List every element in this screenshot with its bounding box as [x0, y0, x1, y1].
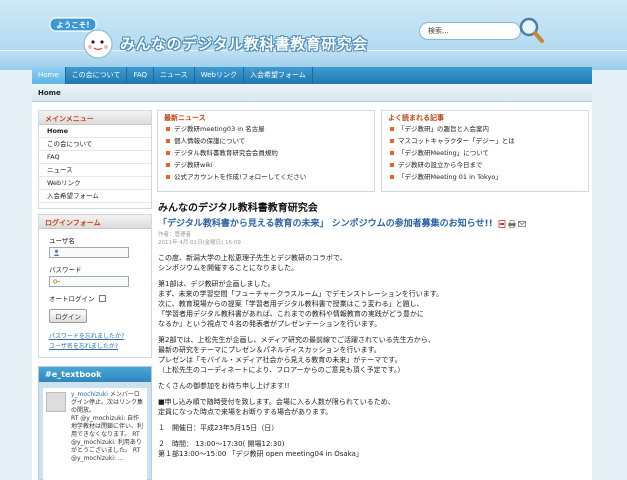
news-item[interactable]: 個人情報の保護について — [158, 135, 374, 147]
news-item-label: デジタル教科書教育研究会会員規約 — [174, 149, 278, 157]
autologin-row: オートログイン — [49, 293, 151, 303]
article-title-link[interactable]: 「デジタル教科書から見える教育の未来」 シンポジウムの参加者募集のお知らせ!! — [158, 219, 493, 229]
username-field[interactable] — [49, 247, 129, 258]
news-item[interactable]: デジ教研meeting03 in 名古屋 — [158, 123, 374, 135]
nav-join-form[interactable]: 入会希望フォーム — [244, 67, 313, 84]
twitter-widget: #e_textbook y_mochizuki メンバーログイン停止。次はリンク… — [38, 366, 152, 480]
popular-item[interactable]: マスコットキャラクター「デジー」とは — [382, 135, 588, 147]
nav-weblinks[interactable]: Webリンク — [195, 67, 244, 84]
autologin-label: オートログイン — [49, 295, 95, 303]
nav-news[interactable]: ニュース — [154, 67, 195, 84]
login-panel: ログインフォーム ユーザ名 パスワード オートログイン ログイン パスワードを忘… — [38, 214, 152, 358]
autologin-checkbox[interactable] — [98, 294, 106, 302]
article-date: 2011年 4月 01日(金曜日) 16:09 — [158, 240, 241, 246]
popular-item-label: マスコットキャラクター「デジー」とは — [398, 137, 515, 145]
user-icon — [53, 249, 60, 256]
article-paragraph: この度、新潟大学の上松恵理子先生とデジ教研のコラボで、 シンポジウムを開催するこ… — [158, 254, 347, 272]
news-item-label: 公式アカウントを作成!フォローしてください — [174, 173, 307, 181]
news-item[interactable]: デジ教研wiki — [158, 159, 374, 171]
main-navbar: Home この会について FAQ ニュース Webリンク 入会希望フォーム — [32, 67, 592, 84]
bullet-icon — [166, 175, 170, 179]
article-paragraph: たくさんの御参加をお待ち申し上げます!! — [158, 382, 290, 390]
password-label: パスワード — [49, 266, 82, 274]
menu-item-home[interactable]: Home — [39, 125, 151, 138]
main-menu-title: メインメニュー — [39, 111, 151, 125]
menu-item-news[interactable]: ニュース — [39, 164, 151, 177]
bullet-icon — [390, 127, 394, 131]
tweet: y_mochizuki メンバーログイン停止。次はリンク集の開放。 RT @y_… — [43, 388, 147, 480]
latest-news-panel: 最新ニュース デジ教研meeting03 in 名古屋 個人情報の保護について … — [157, 110, 375, 192]
article-section-heading: みんなのデジタル教科書教育研究会 — [158, 203, 318, 214]
article-author: 作者：管理者 — [158, 232, 192, 238]
popular-item[interactable]: 「デジ教研Meeting 01 in Tokyo」 — [382, 171, 588, 183]
print-icon[interactable] — [508, 219, 516, 228]
popular-item-label: 「デジ教研Meeting 01 in Tokyo」 — [398, 173, 502, 181]
article-paragraph: 第1部は、デジ教研が企画しました。 まず、未来の学習空間「フューチャークラスルー… — [158, 280, 444, 328]
site-title[interactable]: みんなのデジタル教科書教育研究会 — [120, 33, 368, 54]
password-field[interactable] — [49, 276, 129, 287]
news-item[interactable]: デジタル教科書教育研究会会員規約 — [158, 147, 374, 159]
forgot-password-link[interactable]: パスワードを忘れましたか? — [49, 331, 151, 340]
nav-home[interactable]: Home — [32, 67, 66, 84]
mascot-logo[interactable]: ようこそ! — [48, 14, 118, 62]
tweet-retweet-text: RT @y_mochizuki: 自作地学教材は閉鎖に伴い、利用できなくなります… — [71, 415, 144, 462]
menu-item-about[interactable]: この会について — [39, 138, 151, 151]
menu-item-weblinks[interactable]: Webリンク — [39, 177, 151, 190]
login-title: ログインフォーム — [39, 215, 151, 229]
bullet-icon — [166, 151, 170, 155]
article: みんなのデジタル教科書教育研究会 「デジタル教科書から見える教育の未来」 シンポ… — [158, 199, 588, 459]
nav-faq[interactable]: FAQ — [127, 67, 155, 84]
popular-articles-title: よく読まれる記事 — [388, 114, 444, 122]
login-button[interactable]: ログイン — [49, 309, 87, 323]
article-paragraph: ■申し込み順で随時受付を致します。会場に入る人数が限られているため、 定員になっ… — [158, 398, 395, 416]
bullet-icon — [390, 163, 394, 167]
popular-item[interactable]: デジ教研の設立から今日まで — [382, 159, 588, 171]
main-menu-panel: メインメニュー Home この会について FAQ ニュース Webリンク 入会希… — [38, 110, 152, 209]
bullet-icon — [390, 151, 394, 155]
popular-articles-panel: よく読まれる記事 「デジ教研」の趣旨と入会案内 マスコットキャラクター「デジー」… — [381, 110, 589, 192]
news-item-label: デジ教研wiki — [174, 161, 213, 169]
bullet-icon — [390, 175, 394, 179]
username-label: ユーザ名 — [49, 237, 75, 245]
search-icon[interactable] — [518, 16, 544, 44]
pdf-icon[interactable] — [498, 219, 506, 228]
tweet-avatar[interactable] — [46, 392, 66, 412]
popular-item-label: 「デジ教研」の趣旨と入会案内 — [398, 125, 489, 133]
bullet-icon — [166, 163, 170, 167]
popular-item[interactable]: 「デジ教研Meeting」について — [382, 147, 588, 159]
news-item[interactable]: 公式アカウントを作成!フォローしてください — [158, 171, 374, 183]
nav-about[interactable]: この会について — [66, 67, 128, 84]
svg-text:ようこそ!: ようこそ! — [56, 21, 89, 30]
bullet-icon — [390, 139, 394, 143]
news-item-label: 個人情報の保護について — [174, 137, 246, 145]
breadcrumb: Home — [32, 84, 592, 102]
article-paragraph: ２ 時間： 13:00〜17:30( 開場12:30) 第１部13:00〜15:… — [158, 440, 363, 458]
email-icon[interactable] — [518, 220, 526, 228]
search-input[interactable]: 検索... — [419, 22, 521, 40]
menu-item-faq[interactable]: FAQ — [39, 151, 151, 164]
bullet-icon — [166, 139, 170, 143]
tweet-user-link[interactable]: y_mochizuki — [71, 391, 108, 398]
popular-item-label: デジ教研の設立から今日まで — [398, 161, 483, 169]
article-title: 「デジタル教科書から見える教育の未来」 シンポジウムの参加者募集のお知らせ!! — [158, 216, 588, 229]
popular-item[interactable]: 「デジ教研」の趣旨と入会案内 — [382, 123, 588, 135]
article-paragraph: １ 開催日：平成23年5月15日（日） — [158, 424, 279, 432]
article-paragraph: 第2部では、上松先生が企画し、メディア研究の最前線でご活躍されている先生方から、… — [158, 336, 435, 374]
bullet-icon — [166, 127, 170, 131]
menu-item-join-form[interactable]: 入会希望フォーム — [39, 190, 151, 203]
forgot-username-link[interactable]: ユーザ名を忘れましたか? — [49, 341, 151, 350]
key-icon — [53, 279, 60, 284]
twitter-widget-title: #e_textbook — [39, 367, 151, 382]
popular-item-label: 「デジ教研Meeting」について — [398, 149, 490, 157]
news-item-label: デジ教研meeting03 in 名古屋 — [174, 125, 265, 133]
latest-news-title: 最新ニュース — [164, 114, 206, 122]
